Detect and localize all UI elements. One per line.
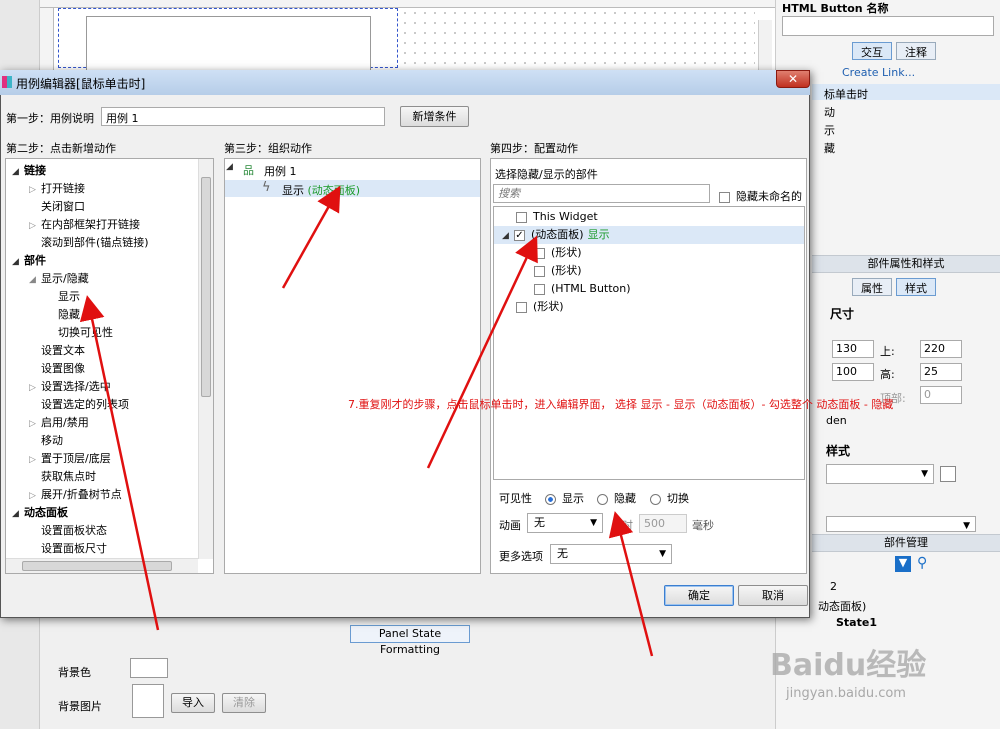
arrow-to-panel bbox=[426, 235, 538, 469]
annotation-arrows bbox=[79, 185, 654, 657]
arrow-to-action bbox=[281, 185, 341, 289]
arrow-to-hide bbox=[608, 511, 654, 657]
arrow-to-show bbox=[79, 295, 160, 631]
baidu-url: jingyan.baidu.com bbox=[786, 686, 906, 701]
baidu-watermark: Baidu经验 bbox=[770, 648, 927, 683]
